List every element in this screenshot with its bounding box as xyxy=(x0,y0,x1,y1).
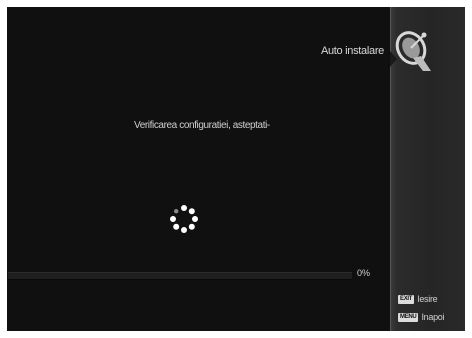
menu-hint[interactable]: MENU Inapoi xyxy=(398,312,444,322)
page-title: Auto instalare xyxy=(320,45,384,57)
exit-key-badge: EXIT xyxy=(398,294,415,304)
menu-hint-label: Inapoi xyxy=(421,312,445,322)
exit-hint-label: Iesire xyxy=(417,294,438,304)
status-message: Verificarea configuratiei, asteptati- xyxy=(134,120,270,131)
exit-hint[interactable]: EXIT Iesire xyxy=(398,294,438,304)
progress-bar xyxy=(8,272,352,280)
progress-percent: 0% xyxy=(357,268,371,278)
satellite-dish-icon xyxy=(395,31,431,71)
menu-key-badge: MENU xyxy=(398,312,419,322)
loading-spinner-icon xyxy=(170,205,198,233)
